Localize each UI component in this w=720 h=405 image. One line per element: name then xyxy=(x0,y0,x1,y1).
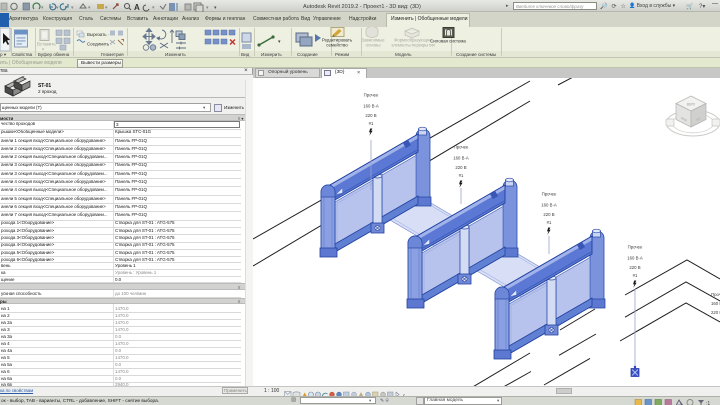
svg-text:▾: ▾ xyxy=(42,47,44,52)
svg-text:▾: ▾ xyxy=(41,5,44,11)
svg-text:▾: ▾ xyxy=(278,39,281,45)
svg-text:▾: ▾ xyxy=(88,5,91,11)
svg-text:▾: ▾ xyxy=(71,5,74,11)
svg-text:Прочее: Прочее xyxy=(711,292,720,297)
svg-text:элементы-перекрытия: элементы-перекрытия xyxy=(391,43,435,48)
svg-text::1: :1 xyxy=(706,401,710,405)
svg-text:Соединить ·: Соединить · xyxy=(87,42,112,47)
svg-text:Силовая система: Силовая система xyxy=(430,39,466,44)
svg-text:220 В: 220 В xyxy=(711,310,720,315)
svg-text:▾: ▾ xyxy=(152,5,155,11)
svg-text:▾: ▾ xyxy=(214,5,217,11)
svg-text:Вставить: Вставить xyxy=(37,42,56,47)
svg-text:▾: ▾ xyxy=(56,5,59,11)
svg-text:▾: ▾ xyxy=(105,5,108,11)
svg-text:основы: основы xyxy=(366,43,381,48)
svg-text:160 В·А: 160 В·А xyxy=(711,301,720,306)
svg-text:A: A xyxy=(134,3,140,12)
svg-text:Вырезать ·: Вырезать · xyxy=(87,32,109,37)
svg-text:семейство: семейство xyxy=(326,43,348,48)
svg-text:ВЕРХ: ВЕРХ xyxy=(687,103,696,107)
svg-text:▾: ▾ xyxy=(206,5,209,11)
